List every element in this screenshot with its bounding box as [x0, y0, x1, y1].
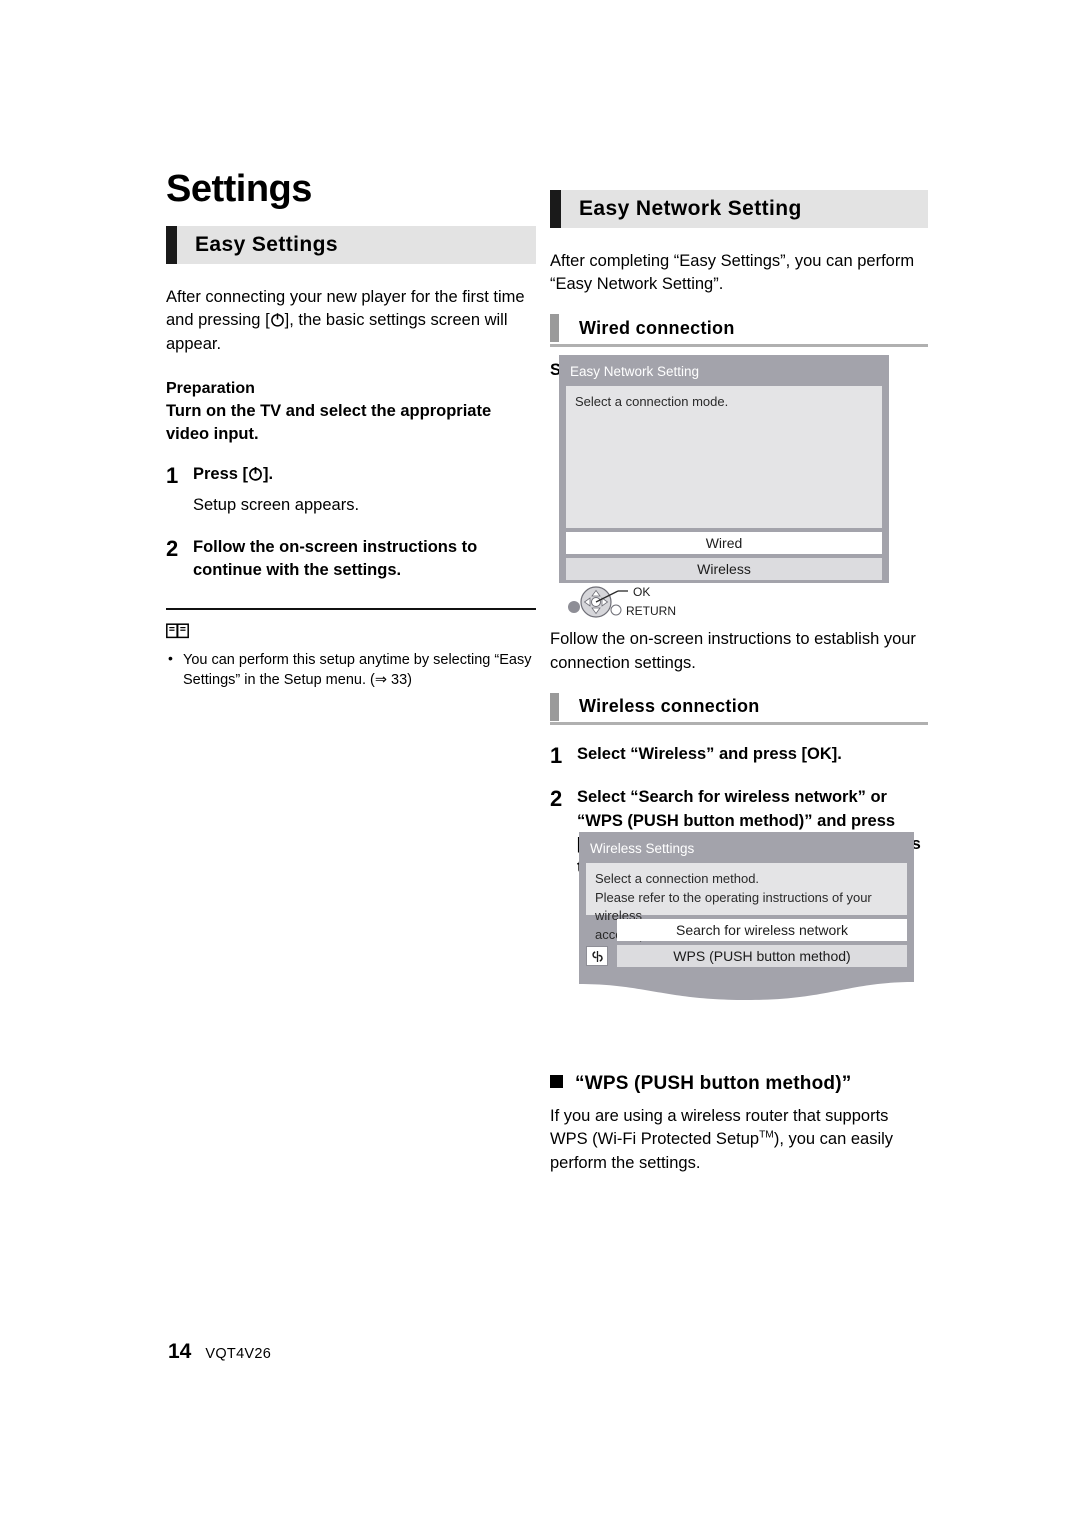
dialog-option-wired[interactable]: Wired: [566, 532, 882, 555]
step-1-title: Press [].: [193, 463, 536, 486]
wireless-step-1-text: Select “Wireless” and press [OK].: [577, 745, 842, 764]
subsection-accent-tab: [550, 692, 559, 721]
section-heading-label: Easy Network Setting: [579, 197, 802, 220]
section-accent-tab: [166, 226, 177, 264]
wireless-step-1-body: Select “Wireless” and press [OK].: [577, 743, 928, 768]
step-1-body: Press []. Setup screen appears.: [193, 463, 536, 517]
section-header-easy-network-setting: Easy Network Setting: [550, 190, 928, 228]
subsection-heading-label: Wired connection: [579, 317, 735, 338]
subsection-heading-label: Wireless connection: [579, 696, 760, 717]
svg-text:RETURN: RETURN: [626, 604, 676, 618]
wps-section-body: If you are using a wireless router that …: [550, 1105, 928, 1175]
wired-after-text: Follow the on-screen instructions to est…: [550, 630, 916, 672]
note-list: You can perform this setup anytime by se…: [166, 649, 536, 691]
dialog-message-line-1: Select a connection method.: [595, 871, 760, 887]
dialog-control-hints: OK RETURN: [566, 584, 882, 620]
easy-settings-intro: After connecting your new player for the…: [166, 286, 536, 356]
subsection-header-wired-connection: Wired connection: [550, 313, 928, 347]
dialog-option-wireless[interactable]: Wireless: [566, 558, 882, 581]
right-column: Easy Network Setting After completing “E…: [550, 190, 928, 1191]
dialog-option-wps-push-button-method[interactable]: WPS (PUSH button method): [617, 945, 907, 968]
list-item: You can perform this setup anytime by se…: [166, 649, 536, 691]
note-divider: [166, 607, 536, 610]
preparation-text: Turn on the TV and select the appropriat…: [166, 401, 492, 443]
preparation-block: Preparation Turn on the TV and select th…: [166, 378, 536, 445]
step-1-subtext: Setup screen appears.: [193, 496, 360, 515]
left-column: Settings Easy Settings After connecting …: [166, 170, 536, 691]
trademark-symbol: TM: [759, 1129, 774, 1141]
dialog-option-row-search: Search for wireless network: [586, 919, 907, 942]
square-bullet-icon: [550, 1074, 563, 1088]
power-icon: [270, 312, 285, 328]
section-heading-label: Easy Settings: [195, 233, 338, 256]
dialog-option-row-wps: WPS (PUSH button method): [586, 945, 907, 968]
power-icon: [248, 466, 263, 482]
step-1-title-before-glyph: Press [: [193, 465, 249, 484]
wireless-step-1-number: 1: [550, 743, 563, 769]
step-1-title-after-glyph: ].: [263, 465, 274, 484]
svg-text:OK: OK: [633, 585, 650, 599]
dialog-title: Easy Network Setting: [570, 364, 700, 379]
page-footer: 14 VQT4V26: [168, 1340, 271, 1364]
wps-section-heading-label: “WPS (PUSH button method)”: [575, 1072, 852, 1094]
preparation-label: Preparation: [166, 380, 255, 398]
dialog-message-text: Select a connection mode.: [575, 394, 729, 410]
step-2-title: Follow the on-screen instructions to con…: [193, 537, 478, 579]
section-header-easy-settings: Easy Settings: [166, 226, 536, 264]
manual-page: Settings Easy Settings After connecting …: [0, 0, 1080, 1526]
dialog-title: Wireless Settings: [590, 841, 695, 856]
step-2-number: 2: [166, 535, 179, 561]
step-2-body: Follow the on-screen instructions to con…: [193, 536, 536, 582]
easy-network-intro: After completing “Easy Settings”, you ca…: [550, 252, 915, 294]
wireless-step-1: 1 Select “Wireless” and press [OK].: [550, 743, 928, 768]
section-accent-tab: [550, 190, 561, 228]
wps-section-heading: “WPS (PUSH button method)”: [550, 1073, 928, 1095]
dialog-body: Wireless Settings Select a connection me…: [579, 832, 914, 968]
book-icon: [166, 622, 536, 644]
step-1-number: 1: [166, 463, 179, 489]
screenshot-easy-network-setting: Easy Network Setting Select a connection…: [559, 355, 889, 618]
wireless-step-2-number: 2: [550, 786, 563, 812]
wps-link-icon: [586, 946, 608, 967]
dialog-message-panel: Select a connection method. Please refer…: [586, 863, 907, 942]
page-number: 14: [168, 1340, 192, 1363]
dialog-message-panel: Select a connection mode.: [566, 386, 882, 529]
subsection-header-wireless-connection: Wireless connection: [550, 691, 928, 726]
step-2: 2 Follow the on-screen instructions to c…: [166, 536, 536, 582]
page-title: Settings: [166, 168, 312, 210]
step-1: 1 Press []. Setup screen appears.: [166, 463, 536, 517]
document-code: VQT4V26: [205, 1346, 272, 1362]
dialog-option-search-for-wireless-network[interactable]: Search for wireless network: [617, 919, 907, 942]
screenshot-wireless-settings: Wireless Settings Select a connection me…: [579, 832, 914, 1000]
subsection-accent-tab: [550, 314, 559, 343]
